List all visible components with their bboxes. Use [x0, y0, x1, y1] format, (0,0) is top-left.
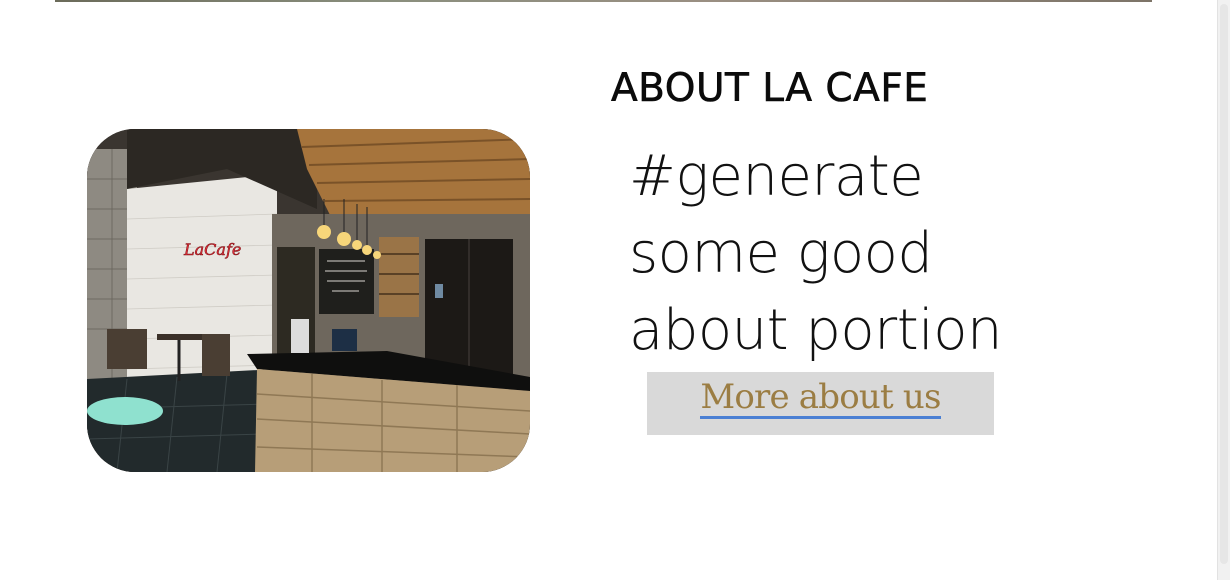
- header-image-strip: [55, 0, 1152, 2]
- scrollbar-thumb[interactable]: [1220, 4, 1228, 564]
- cafe-interior-photo: LaCafe: [87, 129, 530, 472]
- cafe-photo-illustration: LaCafe: [87, 129, 530, 472]
- scrollbar[interactable]: [1217, 0, 1230, 580]
- svg-text:LaCafe: LaCafe: [183, 240, 241, 259]
- more-about-us-button[interactable]: More about us: [647, 372, 994, 435]
- more-about-us-link[interactable]: More about us: [700, 380, 941, 419]
- section-heading: ABOUT LA CAFE: [611, 66, 929, 112]
- about-body-text: #generate some good about portion: [629, 144, 1002, 363]
